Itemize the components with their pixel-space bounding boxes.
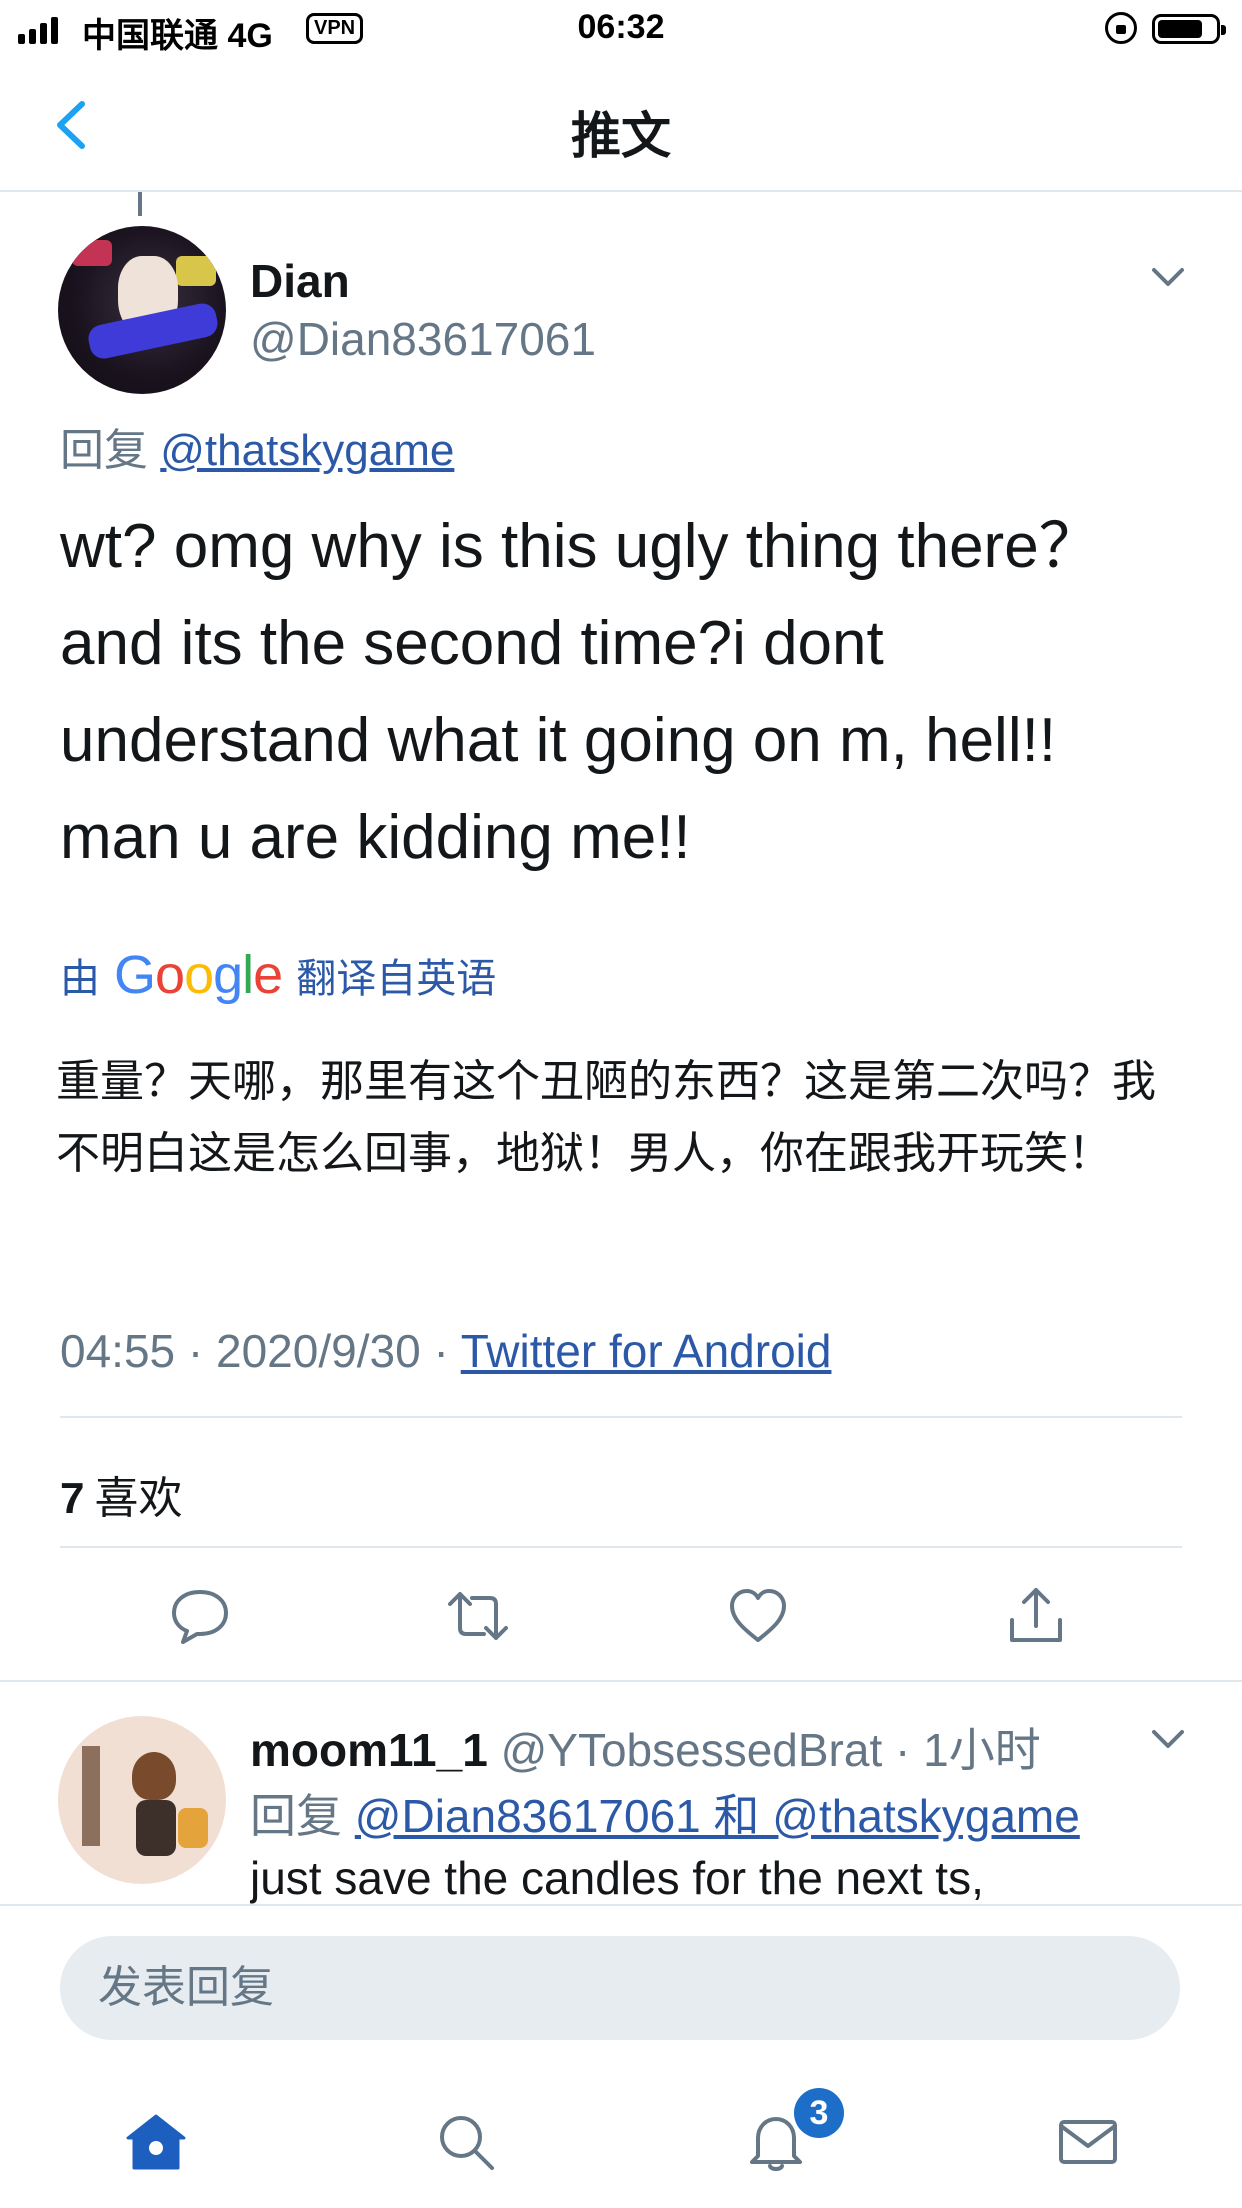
google-logo: Google — [114, 944, 283, 1006]
google-letter: o — [155, 945, 185, 1005]
tweet-meta: 04:55 · 2020/9/30 · Twitter for Android — [60, 1324, 831, 1378]
translate-suffix: 翻译自英语 — [296, 957, 497, 1001]
reply-author-name[interactable]: moom11_1 — [250, 1724, 488, 1776]
translation-attribution[interactable]: 由 Google 翻译自英语 — [60, 944, 496, 1006]
reply-text: just save the candles for the next ts, — [250, 1854, 984, 1904]
status-bar: 中国联通 4G VPN 06:32 — [0, 0, 1242, 60]
chevron-down-icon[interactable] — [1148, 1724, 1188, 1754]
likes-label: 喜欢 — [94, 1474, 183, 1523]
google-letter: g — [213, 945, 243, 1005]
tweet-date: 2020/9/30 — [216, 1325, 421, 1377]
page-title: 推文 — [571, 108, 671, 164]
tweet-source-link[interactable]: Twitter for Android — [461, 1325, 832, 1377]
notifications-badge: 3 — [794, 2088, 844, 2138]
thread-connector-line — [138, 192, 142, 216]
avatar[interactable] — [58, 226, 226, 394]
reply-prefix: 回复 — [250, 1790, 342, 1842]
google-letter: o — [184, 945, 214, 1005]
divider — [60, 1546, 1182, 1548]
reply-to-link[interactable]: @thatskygame — [160, 426, 454, 475]
retweet-icon[interactable] — [446, 1584, 510, 1648]
share-icon[interactable] — [1004, 1584, 1068, 1648]
divider — [60, 1416, 1182, 1418]
home-icon[interactable] — [124, 2110, 188, 2174]
like-heart-icon[interactable] — [726, 1584, 790, 1648]
translate-prefix: 由 — [60, 957, 100, 1001]
messages-envelope-icon[interactable] — [1056, 2110, 1120, 2174]
reply-to-links[interactable]: @Dian83617061 和 @thatskygame — [355, 1790, 1080, 1842]
reply-text-container: just save the candles for the next ts, — [250, 1854, 1230, 1904]
battery-icon — [1152, 14, 1226, 44]
google-wordmark: Google — [114, 944, 283, 1006]
google-letter: l — [242, 945, 254, 1005]
chevron-down-icon[interactable] — [1148, 262, 1188, 292]
tweet-text: wt? omg why is this ugly thing there？and… — [60, 512, 1101, 872]
reply-header: moom11_1 @YTobsessedBrat · 1小时 — [250, 1714, 1041, 1780]
reply-context: 回复 @Dian83617061 和 @thatskygame — [250, 1780, 1080, 1846]
translated-text: 重量？天哪，那里有这个丑陋的东西？这是第二次吗？我不明白这是怎么回事，地狱！男人… — [56, 1057, 1156, 1178]
likes-count[interactable]: 7 喜欢 — [60, 1462, 182, 1526]
author-handle[interactable]: @Dian83617061 — [250, 312, 596, 366]
reply-context: 回复 @thatskygame — [60, 414, 454, 478]
reply-prefix: 回复 — [60, 426, 148, 475]
reply-compose-input[interactable]: 发表回复 — [60, 1936, 1180, 2040]
reply-author-handle[interactable]: @YTobsessedBrat — [501, 1724, 883, 1776]
search-icon[interactable] — [434, 2110, 498, 2174]
navigation-bar: 推文 — [0, 60, 1242, 192]
status-time: 06:32 — [577, 8, 665, 46]
google-letter: G — [114, 945, 156, 1005]
tweet-time: 04:55 — [60, 1325, 176, 1377]
reply-age: · 1小时 — [895, 1724, 1041, 1776]
likes-number: 7 — [60, 1474, 85, 1523]
reply-avatar[interactable] — [58, 1716, 226, 1884]
meta-separator: · — [433, 1325, 449, 1377]
section-divider — [0, 1680, 1242, 1682]
reply-icon[interactable] — [168, 1584, 232, 1648]
meta-separator: · — [187, 1325, 204, 1377]
google-letter: e — [253, 945, 283, 1005]
author-name[interactable]: Dian — [250, 254, 350, 308]
lock-rotation-icon — [1105, 12, 1137, 44]
